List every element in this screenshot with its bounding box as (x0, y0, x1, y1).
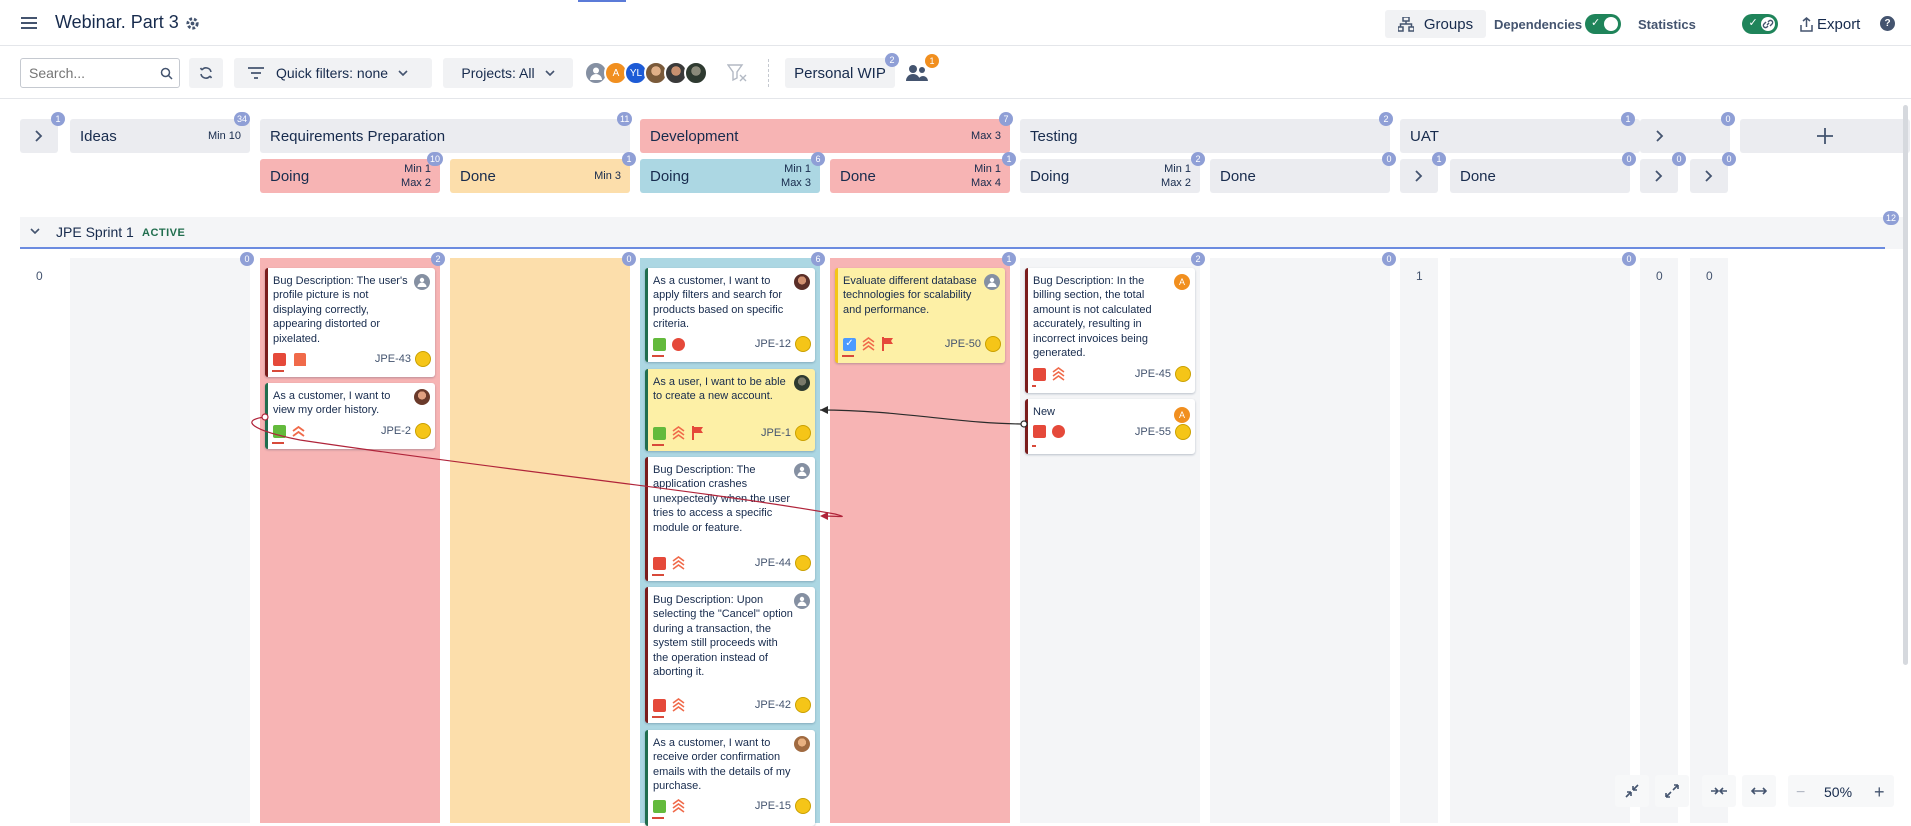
scrollbar[interactable] (1903, 105, 1908, 665)
zoom-in-icon[interactable]: + (1874, 782, 1885, 803)
dependency-line (819, 409, 1026, 425)
zoom-out-icon[interactable]: − (1796, 784, 1805, 802)
arrows-in-icon (1711, 786, 1727, 796)
dependency-arrow (820, 512, 828, 520)
zoom-level: 50% (1824, 784, 1853, 800)
zoom-control: − 50% + (1788, 775, 1894, 807)
arrows-out-icon (1751, 786, 1767, 796)
dependency-line (251, 416, 843, 518)
dependency-start (1020, 420, 1028, 428)
expand-all-button[interactable] (1655, 775, 1689, 807)
expand-icon (1665, 784, 1679, 798)
widen-columns-button[interactable] (1742, 775, 1776, 807)
collapse-icon (1625, 784, 1639, 798)
dependency-arrow (820, 406, 828, 414)
dependency-start (261, 413, 269, 421)
narrow-columns-button[interactable] (1702, 775, 1736, 807)
collapse-all-button[interactable] (1615, 775, 1649, 807)
dependency-lines (251, 406, 1028, 520)
